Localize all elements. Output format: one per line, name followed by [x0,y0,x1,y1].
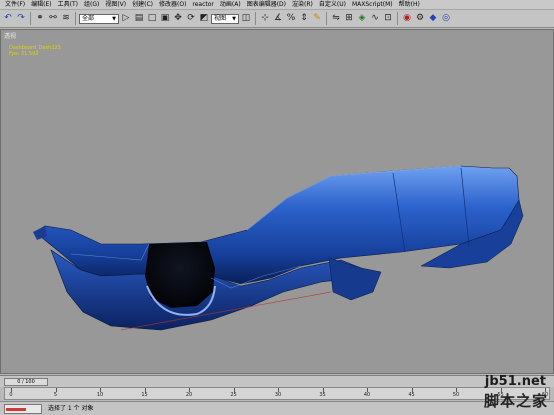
rotate-icon[interactable]: ⟳ [185,12,197,26]
toolbar-separator [255,12,256,25]
quick-render-icon[interactable]: ◎ [440,12,452,26]
schematic-icon[interactable]: ⊡ [382,12,394,26]
select-region-icon[interactable]: □ [146,12,158,26]
selection-status: 选择了 1 个 对象 [48,405,94,412]
scale-icon[interactable]: ◩ [198,12,210,26]
watermark-domain: jb51.net [484,374,546,389]
menu-item[interactable]: 帮助(H) [396,0,423,10]
frame-tick-label: 35 [319,392,326,398]
menu-item[interactable]: reactor [189,0,217,10]
redo-icon[interactable]: ↷ [15,12,27,26]
frame-tick-label: 30 [274,392,282,398]
link-icon[interactable]: ⚭ [34,12,46,26]
align-icon[interactable]: ⊞ [343,12,355,26]
render-icon[interactable]: ◆ [427,12,439,26]
spinner-snap-icon[interactable]: ⇕ [298,12,310,26]
time-slider-bar: 0 / 100 [0,375,554,387]
toolbar-separator [75,12,76,25]
render-setup-icon[interactable]: ⚙ [414,12,426,26]
frame-tick-label: 50 [452,392,460,398]
menu-item[interactable]: 渲染(R) [289,0,316,10]
reference-coordinate-dropdown[interactable]: 视图 ▼ [211,13,239,24]
snap-icon[interactable]: ⊹ [259,12,271,26]
dashboard-model[interactable] [1,30,554,374]
undo-icon[interactable]: ↶ [2,12,14,26]
frame-ruler[interactable]: 0 5 10 15 20 25 30 35 40 45 50 55 60 [4,387,550,400]
material-editor-icon[interactable]: ◉ [401,12,413,26]
frame-tick-label: 10 [96,392,104,398]
percent-snap-icon[interactable]: % [285,12,297,26]
menu-item[interactable]: MAXScript(M) [349,0,396,10]
unlink-icon[interactable]: ⚯ [47,12,59,26]
menu-item[interactable]: 修改器(O) [156,0,189,10]
frame-tick-label: 15 [141,392,148,398]
watermark-title: 脚本之家 [483,392,548,410]
time-slider[interactable]: 0 / 100 [4,378,48,386]
bind-spacewarp-icon[interactable]: ≋ [60,12,72,26]
toolbar-separator [30,12,31,25]
instrument-cavity [145,242,215,308]
move-icon[interactable]: ✥ [172,12,184,26]
selection-filter-dropdown[interactable]: 全部 ▼ [79,13,119,24]
menu-item[interactable]: 文件(F) [2,0,28,10]
mirror-icon[interactable]: ⇋ [330,12,342,26]
menu-item[interactable]: 组(G) [81,0,102,10]
time-slider-text: 0 / 100 [17,379,35,385]
status-bar: 选择了 1 个 对象 [0,401,554,415]
reference-coordinate-value: 视图 [214,14,227,22]
pivot-icon[interactable]: ◫ [240,12,252,26]
curve-editor-icon[interactable]: ∿ [369,12,381,26]
maxscript-listener-box[interactable] [4,404,42,414]
menu-item[interactable]: 视图(V) [102,0,129,10]
named-selection-icon[interactable]: ✎ [311,12,323,26]
select-icon[interactable]: ▷ [120,12,132,26]
dashboard-pod [328,257,382,301]
toolbar-separator [326,12,327,25]
toolbar-separator [397,12,398,25]
frame-tick-label: 45 [408,392,415,398]
menu-item[interactable]: 图表编辑器(D) [244,0,289,10]
chevron-down-icon: ▼ [112,15,116,22]
frame-tick-label: 0 [9,392,13,398]
main-toolbar: ↶ ↷ ⚭ ⚯ ≋ 全部 ▼ ▷ ▤ □ ▣ ✥ ⟳ ◩ 视图 ▼ ◫ ⊹ ∡ … [0,10,554,28]
perspective-viewport[interactable]: 透视 Dashboard_Dash123 Fps: 31.592 [0,29,554,374]
menu-item[interactable]: 自定义(U) [316,0,349,10]
window-crossing-icon[interactable]: ▣ [159,12,171,26]
frame-tick-label: 40 [363,392,371,398]
selection-filter-value: 全部 [82,14,95,22]
frame-tick-label: 20 [185,392,193,398]
menu-item[interactable]: 创建(C) [129,0,156,10]
angle-snap-icon[interactable]: ∡ [272,12,284,26]
layer-icon[interactable]: ◈ [356,12,368,26]
frame-tick-label: 25 [230,392,237,398]
menu-item[interactable]: 动画(A) [217,0,244,10]
menu-item[interactable]: 编辑(E) [28,0,54,10]
frame-tick-label: 5 [53,392,58,398]
chevron-down-icon: ▼ [232,15,236,22]
select-by-name-icon[interactable]: ▤ [133,12,145,26]
menu-bar: 文件(F) 编辑(E) 工具(T) 组(G) 视图(V) 创建(C) 修改器(O) react… [0,0,554,10]
menu-item[interactable]: 工具(T) [55,0,81,10]
